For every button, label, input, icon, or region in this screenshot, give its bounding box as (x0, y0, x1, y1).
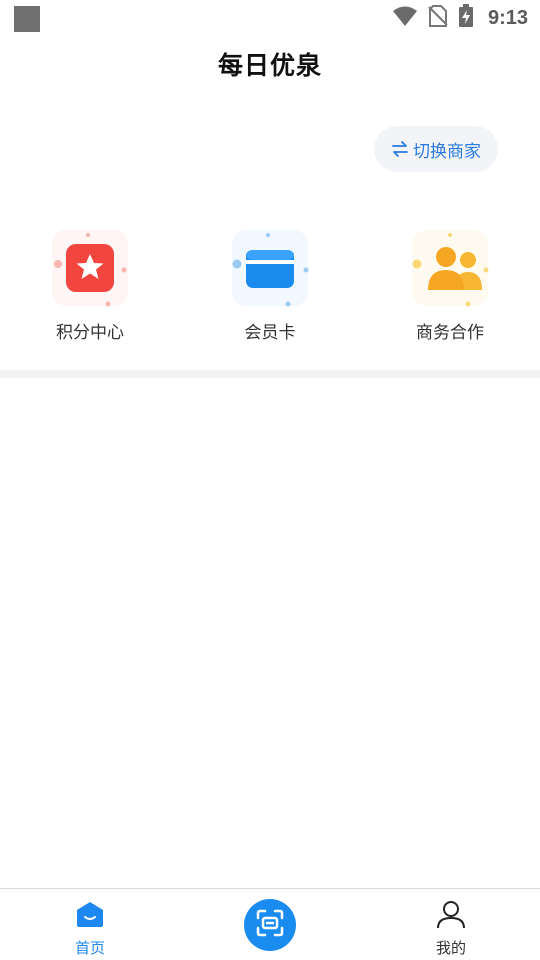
bottom-nav: 首页 我的 (0, 888, 540, 960)
switch-merchant-button[interactable]: 切换商家 (374, 126, 498, 172)
nav-home[interactable]: 首页 (30, 889, 150, 960)
status-bar: 9:13 (0, 0, 540, 36)
feature-label: 会员卡 (244, 323, 296, 343)
star-icon (50, 228, 130, 308)
feature-label: 商务合作 (416, 323, 484, 343)
home-icon (75, 899, 105, 933)
feature-points-center[interactable]: 积分中心 (20, 228, 160, 348)
switch-merchant-label: 切换商家 (413, 141, 481, 162)
page-title: 每日优泉 (217, 51, 322, 80)
card-icon (230, 228, 310, 308)
wifi-icon (392, 5, 418, 31)
status-time: 9:13 (487, 6, 528, 29)
nav-mine-label: 我的 (435, 939, 466, 957)
feature-label: 积分中心 (56, 323, 124, 343)
people-icon (410, 228, 490, 308)
feature-business-cooperation[interactable]: 商务合作 (380, 228, 520, 348)
nav-mine[interactable]: 我的 (391, 889, 511, 960)
swap-icon (391, 141, 409, 157)
user-icon (436, 899, 466, 933)
scan-button[interactable] (244, 899, 296, 951)
feature-grid: 积分中心 会员卡 商务合作 (0, 228, 540, 348)
feature-member-card[interactable]: 会员卡 (200, 228, 340, 348)
section-divider (0, 370, 540, 378)
status-icons: 9:13 (392, 4, 528, 32)
no-sim-icon (428, 5, 448, 31)
scan-icon (255, 908, 285, 942)
battery-charging-icon (458, 4, 474, 32)
notification-icon (14, 6, 40, 32)
nav-home-label: 首页 (74, 939, 105, 957)
